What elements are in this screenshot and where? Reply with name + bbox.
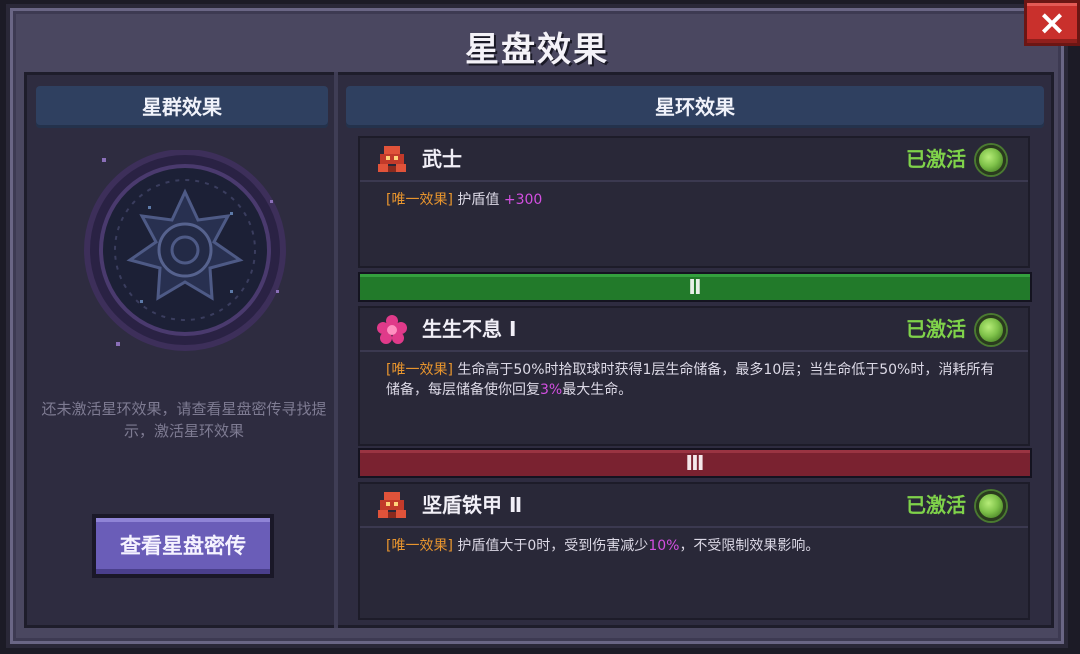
active-indicator-icon — [976, 315, 1006, 345]
star-ring-effect-header: 星环效果 — [346, 86, 1044, 128]
star-disc-icon — [84, 150, 286, 351]
effect-description: [唯一效果] 护盾值大于0时，受到伤害减少10%，不受限制效果影响。 — [360, 528, 1028, 556]
description-value: 10% — [648, 538, 680, 554]
flower-icon — [377, 315, 407, 344]
close-button[interactable]: × — [1024, 0, 1080, 46]
effect-status: 已激活 — [906, 493, 966, 517]
description-value: 3% — [540, 382, 563, 398]
armor-icon — [378, 492, 406, 518]
panel-divider — [334, 72, 338, 628]
tier-2-divider: Ⅱ — [358, 272, 1032, 302]
inactive-hint-text: 还未激活星环效果，请查看星盘密传寻找提示，激活星环效果 — [41, 400, 327, 440]
view-star-disc-secrets-button[interactable]: 查看星盘密传 — [92, 514, 274, 578]
constellation-effect-header: 星群效果 — [36, 86, 328, 128]
active-indicator-icon — [976, 491, 1006, 521]
unique-effect-tag: [唯一效果] — [386, 362, 453, 378]
effect-status: 已激活 — [906, 317, 966, 341]
tier-3-divider: Ⅲ — [358, 448, 1032, 478]
effect-description: [唯一效果] 护盾值 +300 — [360, 182, 1028, 210]
effect-card-endless-life: 生生不息 Ⅰ 已激活 [唯一效果] 生命高于50%时拾取球时获得1层生命储备，最… — [358, 306, 1030, 446]
effect-name: 生生不息 Ⅰ — [422, 317, 517, 341]
unique-effect-tag: [唯一效果] — [386, 192, 453, 208]
description-text-end: ，不受限制效果影响。 — [679, 538, 820, 554]
effect-name: 武士 — [422, 147, 462, 171]
active-indicator-icon — [976, 145, 1006, 175]
description-value: +300 — [503, 192, 543, 208]
description-text: 护盾值 — [457, 192, 500, 208]
effect-name: 坚盾铁甲 Ⅱ — [422, 493, 523, 517]
warrior-icon — [378, 146, 406, 172]
effect-description: [唯一效果] 生命高于50%时拾取球时获得1层生命储备，最多10层；当生命低于5… — [360, 352, 1028, 400]
description-text: 生命高于50%时拾取球时获得1层生命储备，最多10层；当生命低于50%时，消耗所… — [386, 362, 995, 398]
dialog-title: 星盘效果 — [465, 30, 609, 70]
description-text-end: 最大生命。 — [562, 382, 633, 398]
unique-effect-tag: [唯一效果] — [386, 538, 453, 554]
effect-status: 已激活 — [906, 147, 966, 171]
effect-card-warrior: 武士 已激活 [唯一效果] 护盾值 +300 — [358, 136, 1030, 268]
close-icon: × — [1037, 3, 1067, 43]
description-text: 护盾值大于0时，受到伤害减少 — [457, 538, 649, 554]
effect-card-sturdy-armor: 坚盾铁甲 Ⅱ 已激活 [唯一效果] 护盾值大于0时，受到伤害减少10%，不受限制… — [358, 482, 1030, 620]
